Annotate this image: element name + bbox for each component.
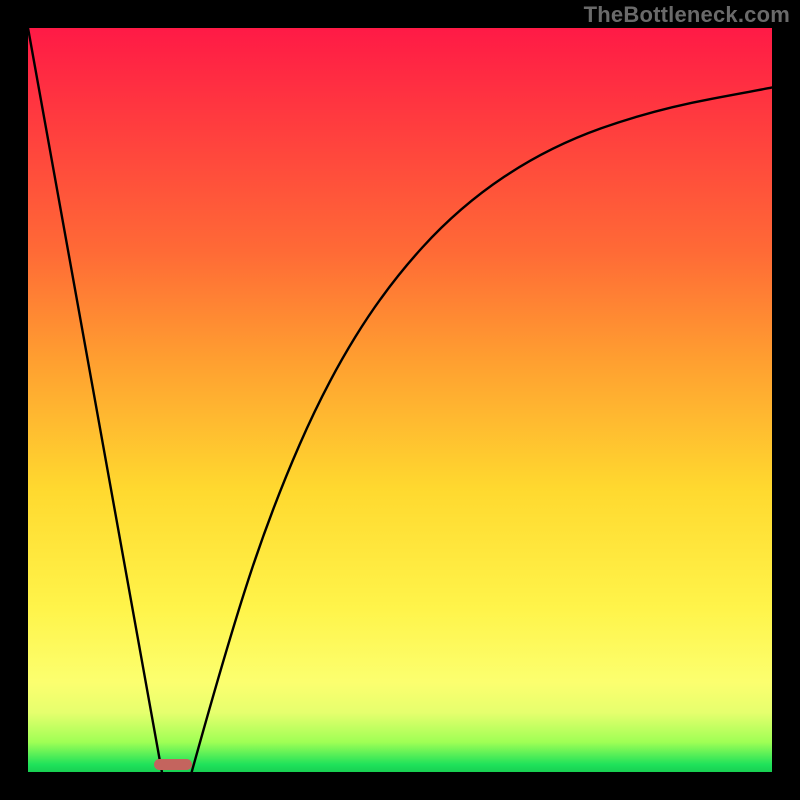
curve-svg [28,28,772,772]
bottleneck-marker [154,759,191,770]
chart-frame: TheBottleneck.com [0,0,800,800]
curve-right-branch [192,88,772,773]
watermark-text: TheBottleneck.com [584,2,790,28]
curve-left-branch [28,28,162,772]
plot-area [28,28,772,772]
